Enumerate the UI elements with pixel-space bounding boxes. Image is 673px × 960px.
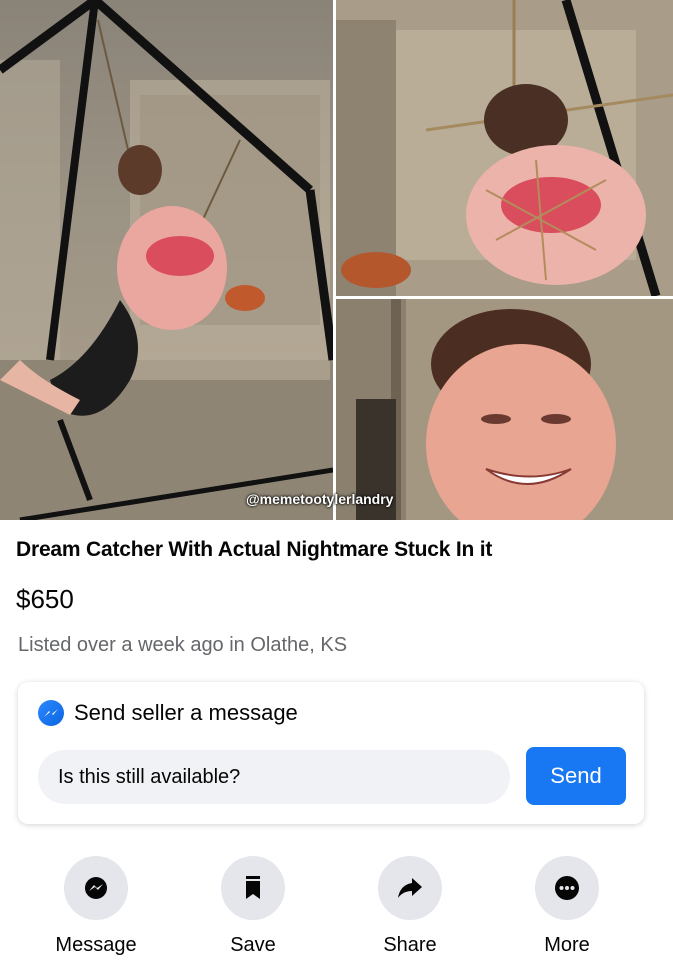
send-message-heading: Send seller a message (74, 700, 298, 725)
send-button[interactable]: Send (526, 747, 626, 805)
listing-meta: Listed over a week ago in Olathe, KS (18, 634, 348, 656)
photo-illustration (336, 299, 673, 520)
listing-photo-closeup[interactable] (336, 299, 673, 520)
share-action[interactable]: Share (345, 856, 475, 957)
save-action[interactable]: Save (188, 856, 318, 957)
photo-watermark: @memetootylerlandry (246, 491, 394, 507)
listing-photos[interactable]: @memetootylerlandry (0, 0, 673, 520)
photo-illustration (336, 0, 673, 296)
share-action-label: Share (383, 934, 437, 956)
send-message-header: Send seller a message (38, 700, 298, 726)
save-action-label: Save (230, 934, 276, 956)
listing-price: $650 (16, 584, 74, 614)
message-action[interactable]: Message (31, 856, 161, 957)
action-bar: Message Save Share More (0, 856, 673, 960)
message-action-label: Message (55, 934, 137, 956)
message-input[interactable] (38, 750, 510, 804)
listing-photo-main[interactable] (0, 0, 333, 520)
share-arrow-icon[interactable] (378, 856, 442, 920)
send-message-card: Send seller a message Send (18, 682, 644, 824)
messenger-icon[interactable] (64, 856, 128, 920)
more-action-label: More (544, 934, 590, 956)
listing-title: Dream Catcher With Actual Nightmare Stuc… (16, 538, 493, 561)
more-dots-icon[interactable] (535, 856, 599, 920)
photo-illustration (0, 0, 333, 520)
messenger-icon (38, 700, 64, 726)
listing-photo-back[interactable] (336, 0, 673, 296)
bookmark-icon[interactable] (221, 856, 285, 920)
more-action[interactable]: More (502, 856, 632, 957)
